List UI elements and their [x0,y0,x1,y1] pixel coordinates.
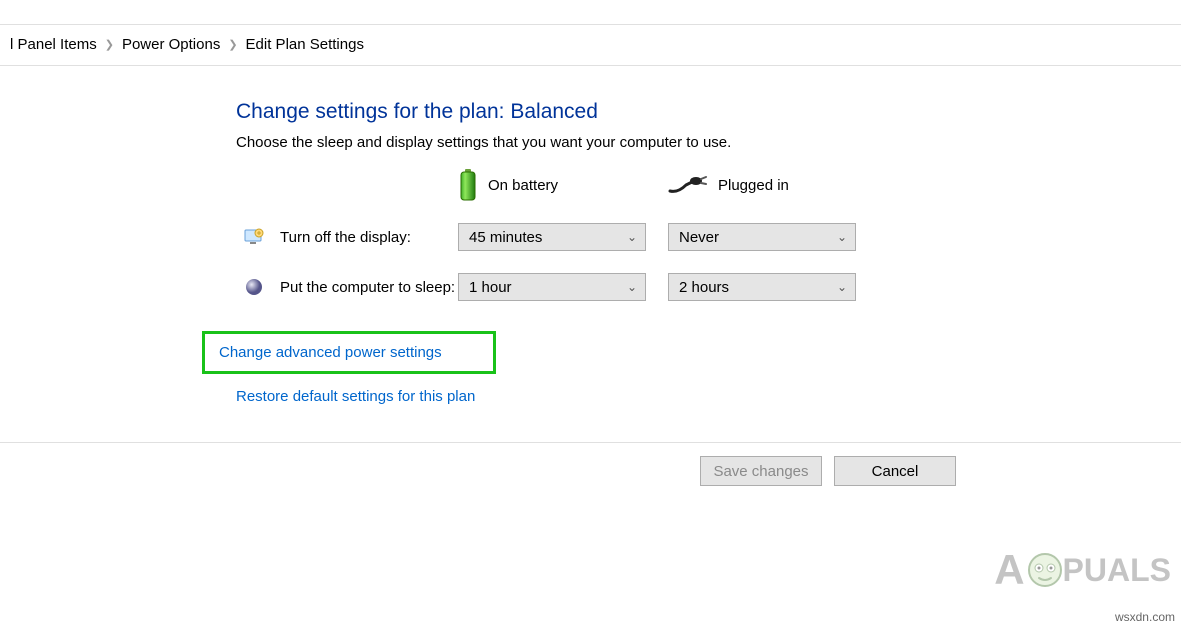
display-icon [244,227,264,247]
header-on-battery: On battery [458,169,668,201]
save-changes-button: Save changes [700,456,822,486]
select-display-plugged[interactable]: Never ⌄ [668,223,856,251]
cancel-button[interactable]: Cancel [834,456,956,486]
page-subtitle: Choose the sleep and display settings th… [236,134,956,151]
chevron-down-icon: ⌄ [837,280,847,294]
chevron-right-icon: ❯ [228,38,237,51]
breadcrumb-item-panel[interactable]: l Panel Items [10,36,97,53]
select-display-battery[interactable]: 45 minutes ⌄ [458,223,646,251]
divider-top [0,24,1181,25]
chevron-down-icon: ⌄ [627,280,637,294]
watermark-logo: A PUALS [994,546,1171,594]
row-turn-off-display: Turn off the display: 45 minutes ⌄ Never… [236,223,956,251]
link-restore-defaults[interactable]: Restore default settings for this plan [236,388,475,405]
select-value: Never [679,229,719,246]
chevron-down-icon: ⌄ [627,230,637,244]
battery-icon [458,169,478,201]
select-value: 1 hour [469,279,512,296]
chevron-down-icon: ⌄ [837,230,847,244]
links-block: Change advanced power settings Restore d… [236,331,956,405]
main-content: Change settings for the plan: Balanced C… [236,100,956,405]
watermark-url: wsxdn.com [1115,610,1175,624]
row-label-display: Turn off the display: [236,227,458,247]
select-sleep-battery[interactable]: 1 hour ⌄ [458,273,646,301]
row-label-sleep: Put the computer to sleep: [236,277,458,297]
breadcrumb-item-power-options[interactable]: Power Options [122,36,220,53]
watermark-text: PUALS [1063,552,1171,589]
row-sleep: Put the computer to sleep: 1 hour ⌄ 2 ho… [236,273,956,301]
page-title: Change settings for the plan: Balanced [236,100,956,124]
action-buttons: Save changes Cancel [700,456,956,486]
divider-breadcrumb [0,65,1181,66]
highlight-advanced-link: Change advanced power settings [202,331,496,374]
breadcrumb: l Panel Items ❯ Power Options ❯ Edit Pla… [10,36,364,53]
plug-icon [668,175,708,195]
select-sleep-plugged[interactable]: 2 hours ⌄ [668,273,856,301]
header-label-plugged: Plugged in [718,177,789,194]
moon-icon [244,277,264,297]
select-value: 45 minutes [469,229,542,246]
header-plugged-in: Plugged in [668,175,878,195]
link-change-advanced-power-settings[interactable]: Change advanced power settings [219,344,442,361]
breadcrumb-item-edit-plan[interactable]: Edit Plan Settings [246,36,364,53]
select-value: 2 hours [679,279,729,296]
header-label-battery: On battery [488,177,558,194]
divider-bottom [0,442,1181,443]
chevron-right-icon: ❯ [105,38,114,51]
column-headers: On battery Plugged in [236,169,956,201]
mascot-icon [1023,548,1067,592]
